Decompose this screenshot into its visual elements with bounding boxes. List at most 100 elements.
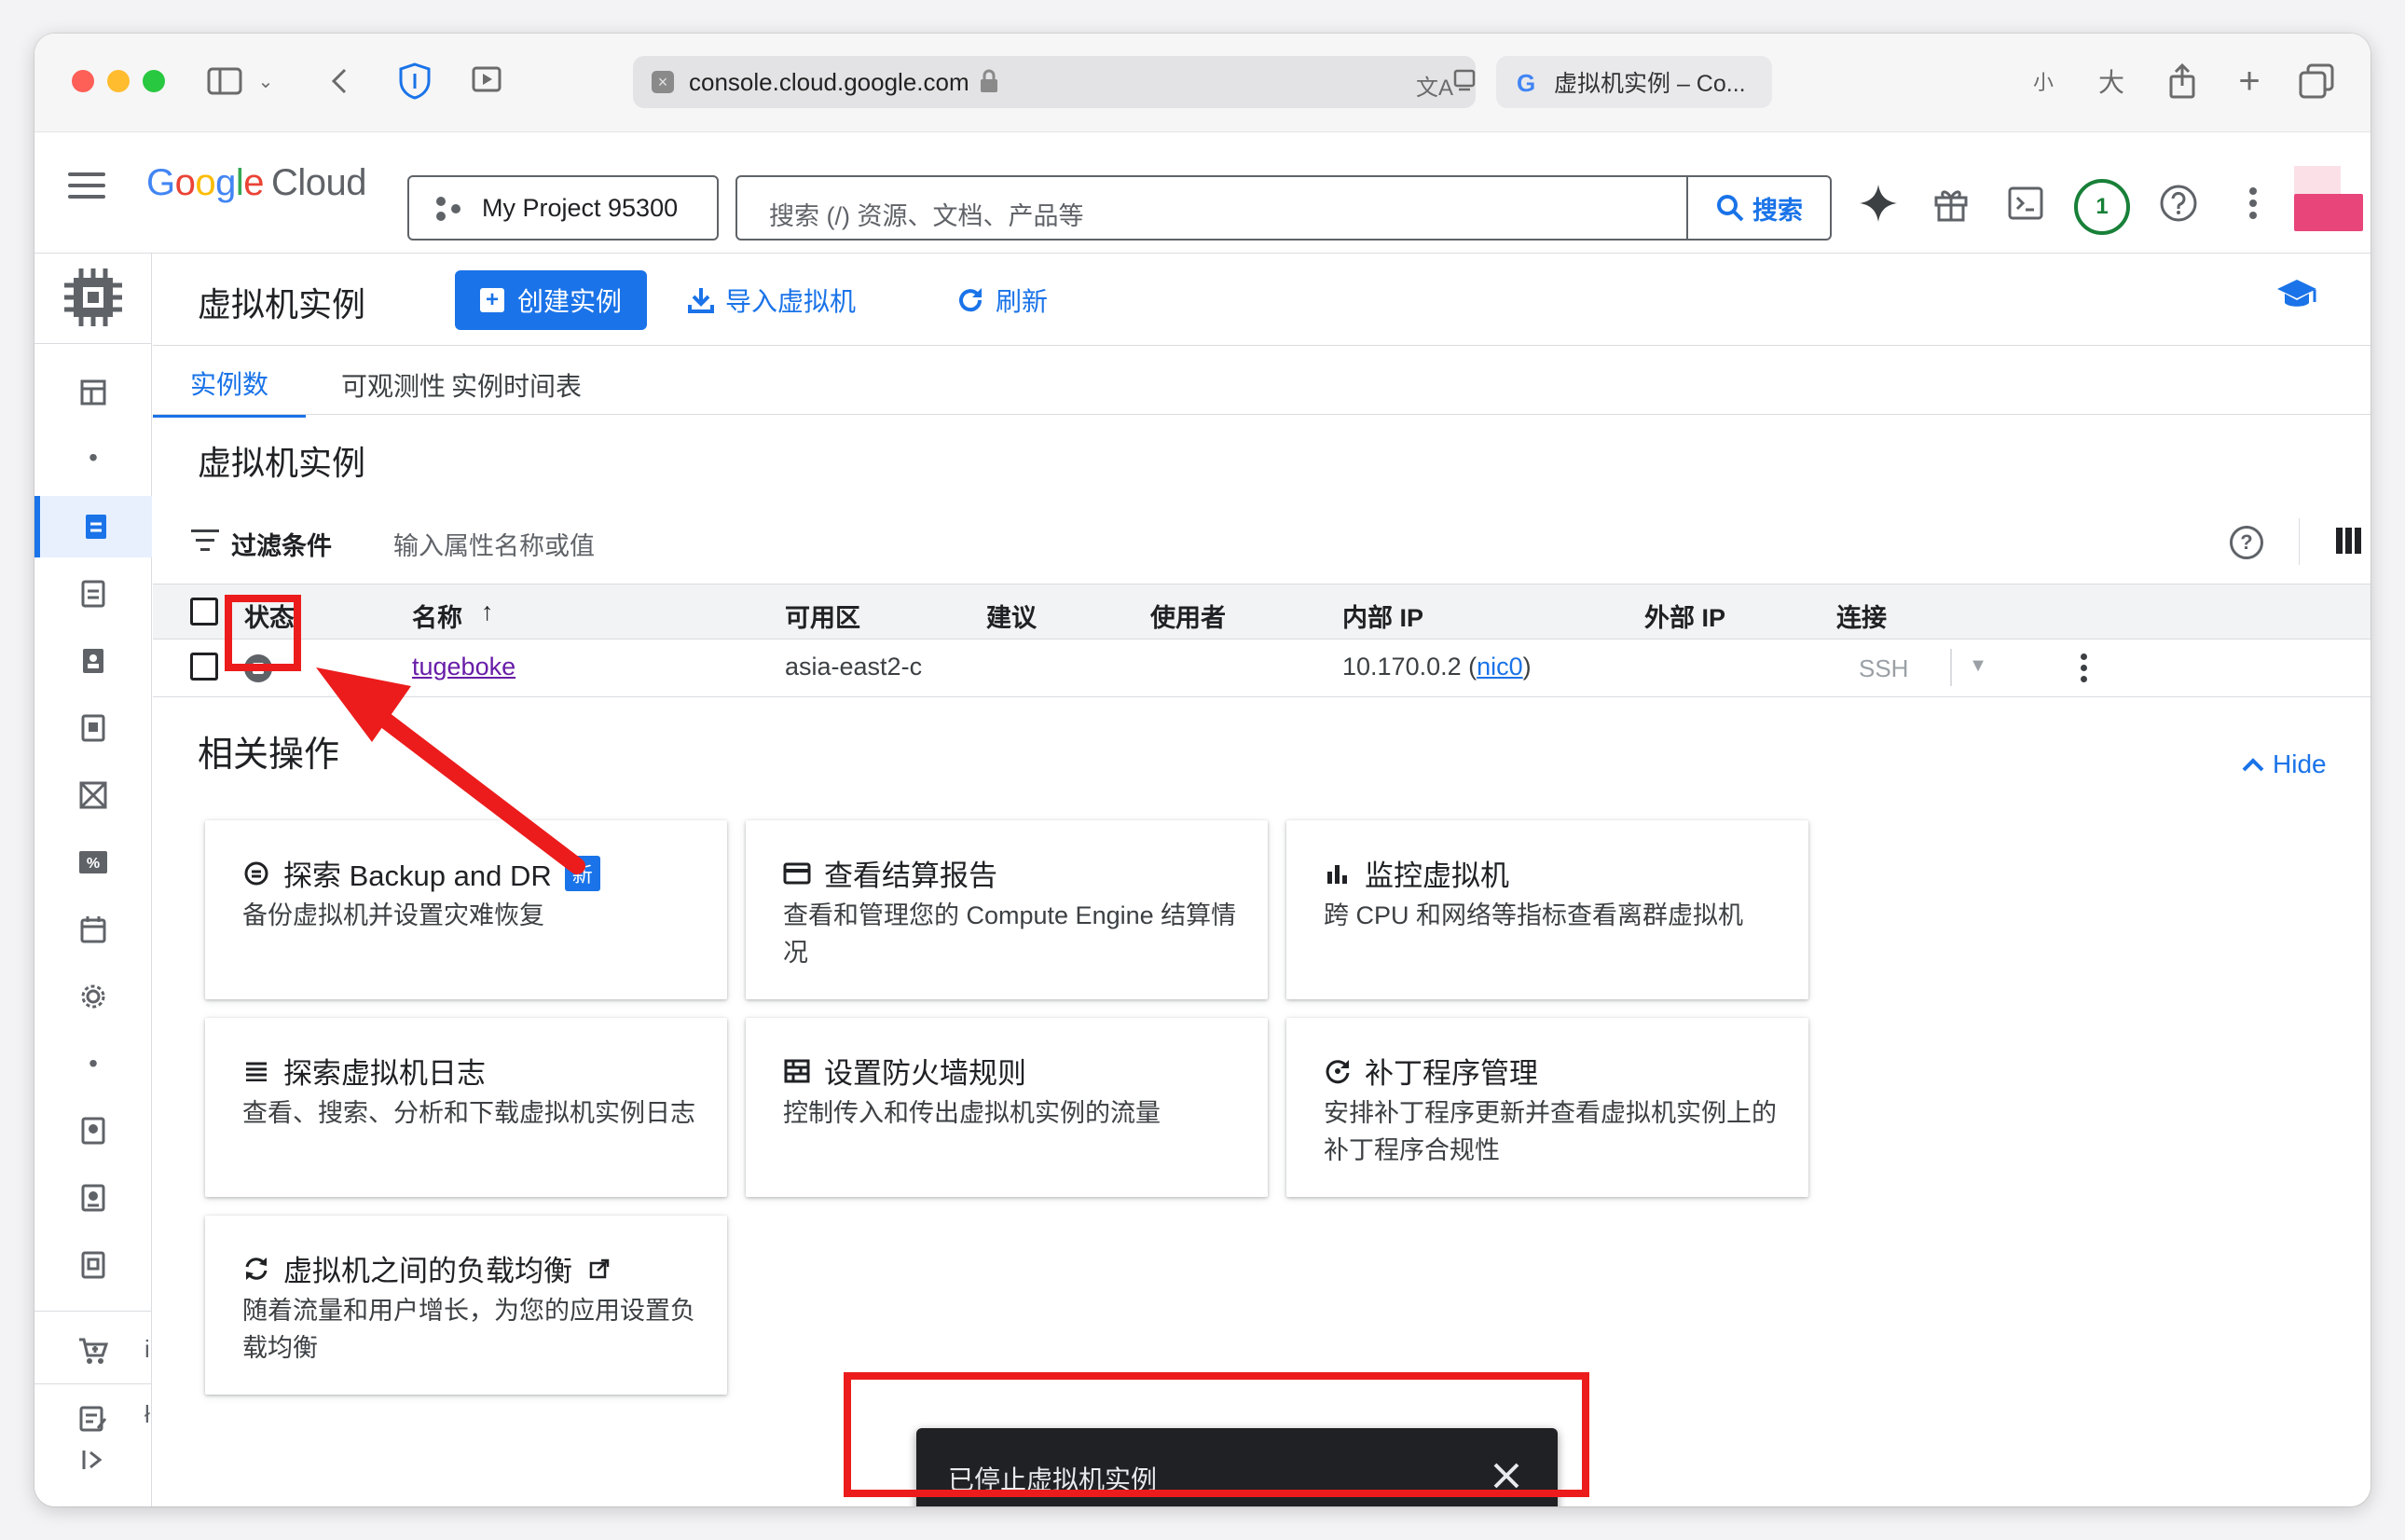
filter-label: 过滤条件 [231, 532, 332, 560]
row-actions-more-icon[interactable] [2069, 649, 2097, 686]
google-cloud-logo[interactable]: Google Cloud [146, 162, 367, 204]
col-header-external-ip[interactable]: 外部 IP [1644, 598, 1725, 634]
column-display-icon[interactable] [2336, 528, 2361, 554]
card-vm-logs[interactable]: 探索虚拟机日志 查看、搜索、分析和下载虚拟机实例日志 [205, 1018, 727, 1197]
card-title: 虚拟机之间的负载均衡 [283, 1255, 572, 1287]
card-load-balancing[interactable]: 虚拟机之间的负载均衡 随着流量和用户增长，为您的应用设置负载均衡 [205, 1216, 727, 1395]
select-all-checkbox[interactable] [190, 598, 218, 626]
shield-icon[interactable] [396, 62, 433, 101]
card-backup-dr[interactable]: 探索 Backup and DR 新 备份虚拟机并设置灾难恢复 [205, 820, 727, 999]
text-smaller-button[interactable]: 小 [2029, 62, 2057, 101]
hamburger-menu-icon[interactable] [68, 172, 105, 200]
close-window-button[interactable] [72, 70, 94, 92]
media-icon[interactable] [471, 62, 508, 101]
nic-open-paren: ( [1468, 653, 1477, 681]
nav-dashboard-icon[interactable] [34, 362, 152, 423]
nav-divider-3 [34, 1383, 152, 1384]
nav-images-icon[interactable] [34, 1234, 152, 1296]
sort-arrow-up-icon[interactable]: ↑ [481, 598, 494, 626]
expand-nav-icon[interactable] [34, 1432, 152, 1488]
logo-google: Google [146, 162, 265, 203]
nav-sole-tenant-icon[interactable] [34, 630, 152, 692]
sidebar-toggle-icon[interactable] [204, 62, 245, 101]
tab-instances[interactable]: 实例数 [153, 352, 307, 418]
minimize-window-button[interactable] [107, 70, 130, 92]
tabs-overview-icon[interactable] [2298, 62, 2335, 101]
import-vm-label: 导入虚拟机 [725, 287, 857, 316]
learn-icon[interactable] [2275, 276, 2318, 323]
nav-settings-gear-icon[interactable] [34, 966, 152, 1027]
translate-icon[interactable]: 文A [1416, 69, 1453, 102]
external-link-icon [585, 1255, 613, 1283]
cloud-shell-icon[interactable] [1998, 175, 2054, 231]
col-header-zone[interactable]: 可用区 [785, 598, 860, 634]
tabs-divider [153, 414, 2371, 415]
filter-bar: 过滤条件 输入属性名称或值 ? [153, 505, 2371, 580]
annotation-snackbar-highlight [844, 1372, 1589, 1497]
nav-marketplace-cart-icon[interactable] [34, 1320, 152, 1382]
compute-engine-icon[interactable] [61, 265, 126, 330]
card-monitor-vms[interactable]: 监控虚拟机 跨 CPU 和网络等指标查看离群虚拟机 [1286, 820, 1808, 999]
import-vm-button[interactable]: 导入虚拟机 [688, 270, 856, 330]
card-title: 补丁程序管理 [1365, 1057, 1538, 1090]
new-tab-icon[interactable]: + [2231, 61, 2268, 102]
card-title: 监控虚拟机 [1365, 859, 1509, 892]
address-bar[interactable]: × console.cloud.google.com 文A [633, 56, 1476, 108]
chevron-down-icon[interactable]: ⌄ [254, 62, 277, 101]
hide-related-button[interactable]: Hide [2241, 749, 2327, 779]
share-icon[interactable] [2164, 62, 2201, 101]
nav-section-dot-2: • [89, 1049, 98, 1078]
new-badge: 新 [564, 855, 600, 891]
search-button[interactable]: 搜索 [1686, 177, 1830, 239]
nav-instance-templates-icon[interactable] [34, 563, 152, 625]
nav-tpus-icon[interactable] [34, 764, 152, 826]
col-header-name[interactable]: 名称 [412, 598, 462, 634]
zoom-window-button[interactable] [143, 70, 165, 92]
nav-disks-icon[interactable] [34, 1100, 152, 1162]
card-billing-report[interactable]: 查看结算报告 查看和管理您的 Compute Engine 结算情况 [746, 820, 1268, 999]
filter-input[interactable]: 输入属性名称或值 [393, 526, 595, 562]
filter-divider [2299, 518, 2300, 565]
nav-snapshots-icon[interactable] [34, 1167, 152, 1229]
tab-instance-schedules[interactable]: 实例时间表 [414, 352, 619, 418]
refresh-label: 刷新 [996, 287, 1049, 316]
create-instance-button[interactable]: + 创建实例 [455, 270, 647, 330]
gift-icon[interactable] [1923, 175, 1979, 231]
card-firewall-rules[interactable]: 设置防火墙规则 控制传入和传出虚拟机实例的流量 [746, 1018, 1268, 1197]
avatar[interactable] [2294, 194, 2363, 231]
table-help-icon[interactable]: ? [2230, 526, 2263, 559]
row-select-checkbox[interactable] [190, 653, 218, 681]
nav-reservations-icon[interactable] [34, 899, 152, 960]
nic-link[interactable]: nic0 [1477, 653, 1523, 681]
project-picker-button[interactable]: My Project 95300 [407, 175, 719, 241]
tab-title: 虚拟机实例 – Co... [1554, 71, 1746, 97]
gemini-sparkle-icon[interactable] [1850, 175, 1906, 231]
instance-name-link[interactable]: tugeboke [412, 653, 515, 681]
site-favicon-icon: × [652, 71, 674, 93]
notifications-badge[interactable]: 1 [2074, 179, 2130, 235]
card-description: 跨 CPU 和网络等指标查看离群虚拟机 [1324, 901, 1744, 929]
text-larger-button[interactable]: 大 [2093, 62, 2130, 101]
nav-vm-instances-icon[interactable] [34, 496, 152, 557]
help-icon[interactable] [2151, 175, 2206, 231]
browser-tab[interactable]: G 虚拟机实例 – Co... [1496, 56, 1772, 108]
col-header-recommendations[interactable]: 建议 [986, 598, 1037, 634]
ssh-button[interactable]: SSH [1859, 654, 1908, 683]
refresh-button[interactable]: 刷新 [956, 270, 1048, 330]
ssh-dropdown-arrow-icon[interactable]: ▼ [1958, 647, 1999, 684]
project-name: My Project 95300 [482, 193, 679, 222]
reader-icon[interactable] [1453, 69, 1476, 98]
add-box-icon: + [479, 288, 504, 312]
more-vert-icon[interactable] [2225, 175, 2281, 231]
nav-machine-images-icon[interactable] [34, 697, 152, 759]
card-patch-management[interactable]: 补丁程序管理 安排补丁程序更新并查看虚拟机实例上的补丁程序合规性 [1286, 1018, 1808, 1197]
col-header-internal-ip[interactable]: 内部 IP [1342, 598, 1423, 634]
search-input[interactable]: 搜索 (/) 资源、文档、产品等 搜索 [735, 175, 1832, 241]
back-icon[interactable] [325, 62, 353, 101]
nav-committed-use-discounts-icon[interactable]: % [34, 832, 152, 893]
col-header-connect[interactable]: 连接 [1836, 598, 1887, 634]
filter-list-icon[interactable] [190, 529, 220, 554]
col-header-in-use-by[interactable]: 使用者 [1150, 598, 1226, 634]
ssh-divider [1950, 649, 1952, 686]
refresh-icon [959, 288, 983, 312]
